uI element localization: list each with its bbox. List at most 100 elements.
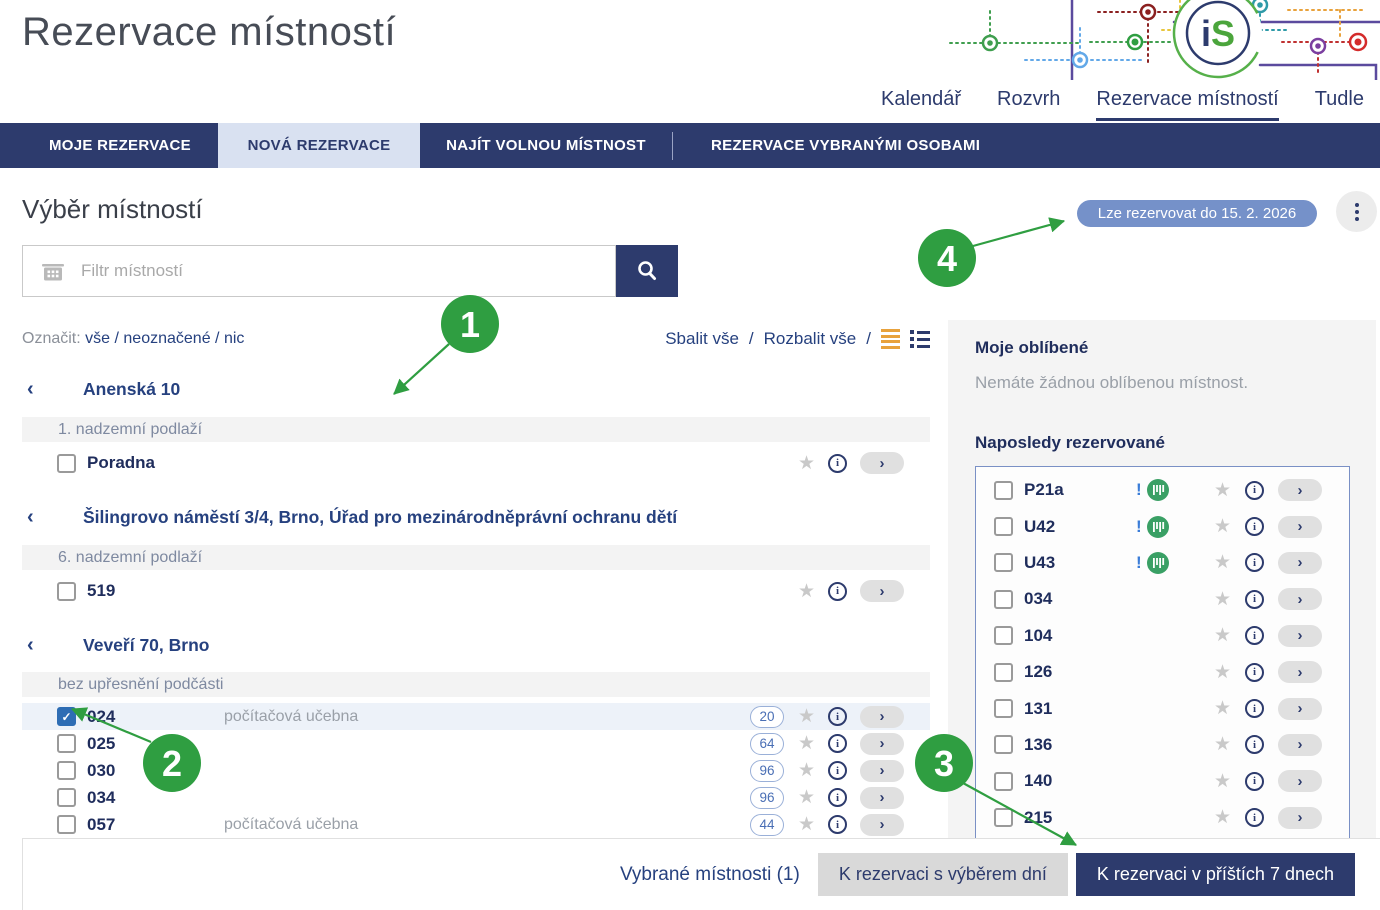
room-checkbox[interactable] bbox=[994, 481, 1013, 500]
recent-room-row[interactable]: 136 ★ i › bbox=[976, 727, 1349, 763]
tab-moje-rezervace[interactable]: MOJE REZERVACE bbox=[22, 123, 218, 168]
collapse-chevron-icon[interactable]: ‹ bbox=[27, 634, 43, 657]
room-name[interactable]: U42 bbox=[1024, 517, 1136, 537]
favorite-star-icon[interactable]: ★ bbox=[1214, 735, 1231, 754]
nav-rozvrh[interactable]: Rozvrh bbox=[997, 88, 1060, 121]
room-detail-chevron[interactable]: › bbox=[860, 733, 904, 755]
building-name[interactable]: Anenská 10 bbox=[83, 379, 180, 400]
building-header-anenska[interactable]: ‹ Anenská 10 bbox=[22, 378, 930, 400]
nav-rezervace-mistnosti[interactable]: Rezervace místností bbox=[1096, 88, 1278, 121]
room-detail-chevron[interactable]: › bbox=[1278, 734, 1322, 756]
info-icon[interactable]: i bbox=[828, 582, 847, 601]
selected-rooms-link[interactable]: Vybrané místnosti (1) bbox=[620, 864, 800, 886]
favorite-star-icon[interactable]: ★ bbox=[798, 582, 815, 601]
room-name[interactable]: 034 bbox=[87, 788, 224, 808]
room-checkbox[interactable] bbox=[994, 626, 1013, 645]
room-checkbox[interactable] bbox=[994, 735, 1013, 754]
room-detail-chevron[interactable]: › bbox=[860, 452, 904, 474]
room-checkbox[interactable] bbox=[57, 582, 76, 601]
favorite-star-icon[interactable]: ★ bbox=[1214, 481, 1231, 500]
info-icon[interactable]: i bbox=[1245, 481, 1264, 500]
recent-room-row[interactable]: 131 ★ i › bbox=[976, 690, 1349, 726]
info-icon[interactable]: i bbox=[1245, 808, 1264, 827]
room-detail-chevron[interactable]: › bbox=[1278, 807, 1322, 829]
mark-none-link[interactable]: nic bbox=[224, 330, 244, 347]
info-icon[interactable]: i bbox=[1245, 663, 1264, 682]
room-row[interactable]: 034 96 ★ i › bbox=[22, 784, 930, 811]
favorite-star-icon[interactable]: ★ bbox=[1214, 663, 1231, 682]
room-detail-chevron[interactable]: › bbox=[860, 814, 904, 836]
room-detail-chevron[interactable]: › bbox=[1278, 698, 1322, 720]
nav-kalendar[interactable]: Kalendář bbox=[881, 88, 961, 121]
info-icon[interactable]: i bbox=[828, 734, 847, 753]
room-name[interactable]: 519 bbox=[87, 581, 749, 601]
recent-room-row[interactable]: 140 ★ i › bbox=[976, 763, 1349, 799]
room-name[interactable]: 131 bbox=[1024, 699, 1136, 719]
room-name[interactable]: P21a bbox=[1024, 480, 1136, 500]
recent-room-row[interactable]: U43 ! ★ i › bbox=[976, 545, 1349, 581]
recent-room-row[interactable]: 034 ★ i › bbox=[976, 581, 1349, 617]
favorite-star-icon[interactable]: ★ bbox=[798, 761, 815, 780]
building-header-silingrovo[interactable]: ‹ Šilingrovo náměstí 3/4, Brno, Úřad pro… bbox=[22, 506, 930, 528]
building-header-veveri[interactable]: ‹ Veveří 70, Brno bbox=[22, 634, 930, 656]
favorite-star-icon[interactable]: ★ bbox=[1214, 590, 1231, 609]
reserve-pick-days-button[interactable]: K rezervaci s výběrem dní bbox=[818, 853, 1068, 896]
room-filter-input[interactable] bbox=[79, 260, 563, 282]
room-name[interactable]: 034 bbox=[1024, 589, 1136, 609]
room-name[interactable]: 126 bbox=[1024, 662, 1136, 682]
collapse-chevron-icon[interactable]: ‹ bbox=[27, 506, 43, 529]
info-icon[interactable]: i bbox=[1245, 626, 1264, 645]
collapse-all-link[interactable]: Sbalit vše bbox=[665, 329, 739, 349]
building-name[interactable]: Šilingrovo náměstí 3/4, Brno, Úřad pro m… bbox=[83, 507, 677, 528]
recent-room-row[interactable]: 104 ★ i › bbox=[976, 618, 1349, 654]
room-row[interactable]: 025 64 ★ i › bbox=[22, 730, 930, 757]
room-detail-chevron[interactable]: › bbox=[1278, 625, 1322, 647]
room-name[interactable]: 025 bbox=[87, 734, 224, 754]
info-icon[interactable]: i bbox=[828, 761, 847, 780]
info-icon[interactable]: i bbox=[828, 707, 847, 726]
room-checkbox[interactable] bbox=[994, 663, 1013, 682]
room-name[interactable]: 136 bbox=[1024, 735, 1136, 755]
room-checkbox[interactable] bbox=[994, 517, 1013, 536]
tab-najit-volnou-mistnost[interactable]: NAJÍT VOLNOU MÍSTNOST bbox=[420, 123, 672, 168]
favorite-star-icon[interactable]: ★ bbox=[1214, 808, 1231, 827]
room-row[interactable]: 030 96 ★ i › bbox=[22, 757, 930, 784]
room-checkbox[interactable] bbox=[57, 761, 76, 780]
room-row[interactable]: 057 počítačová učebna 44 ★ i › bbox=[22, 811, 930, 838]
room-detail-chevron[interactable]: › bbox=[1278, 770, 1322, 792]
info-icon[interactable]: i bbox=[1245, 699, 1264, 718]
collapse-chevron-icon[interactable]: ‹ bbox=[27, 378, 43, 401]
tab-nova-rezervace[interactable]: NOVÁ REZERVACE bbox=[218, 123, 420, 168]
room-name[interactable]: U43 bbox=[1024, 553, 1136, 573]
info-icon[interactable]: i bbox=[828, 788, 847, 807]
recent-room-row[interactable]: 126 ★ i › bbox=[976, 654, 1349, 690]
detail-view-icon[interactable] bbox=[910, 330, 930, 348]
favorite-star-icon[interactable]: ★ bbox=[798, 788, 815, 807]
room-checkbox[interactable] bbox=[994, 699, 1013, 718]
info-icon[interactable]: i bbox=[1245, 772, 1264, 791]
recent-room-row[interactable]: 215 ★ i › bbox=[976, 800, 1349, 836]
favorite-star-icon[interactable]: ★ bbox=[798, 815, 815, 834]
room-checkbox[interactable] bbox=[57, 788, 76, 807]
room-detail-chevron[interactable]: › bbox=[860, 580, 904, 602]
room-detail-chevron[interactable]: › bbox=[860, 706, 904, 728]
room-checkbox[interactable] bbox=[57, 734, 76, 753]
room-detail-chevron[interactable]: › bbox=[1278, 516, 1322, 538]
tab-rezervace-vybranymi-osobami[interactable]: REZERVACE VYBRANÝMI OSOBAMI bbox=[673, 123, 1018, 168]
recent-room-row[interactable]: U42 ! ★ i › bbox=[976, 508, 1349, 544]
favorite-star-icon[interactable]: ★ bbox=[1214, 626, 1231, 645]
favorite-star-icon[interactable]: ★ bbox=[1214, 553, 1231, 572]
info-icon[interactable]: i bbox=[1245, 735, 1264, 754]
room-name[interactable]: Poradna bbox=[87, 453, 749, 473]
room-detail-chevron[interactable]: › bbox=[1278, 588, 1322, 610]
room-row[interactable]: 519 ★ i › bbox=[22, 576, 930, 606]
room-name[interactable]: 024 bbox=[87, 707, 224, 727]
room-checkbox[interactable] bbox=[994, 553, 1013, 572]
info-icon[interactable]: i bbox=[828, 815, 847, 834]
room-detail-chevron[interactable]: › bbox=[860, 760, 904, 782]
room-detail-chevron[interactable]: › bbox=[860, 787, 904, 809]
room-detail-chevron[interactable]: › bbox=[1278, 552, 1322, 574]
room-name[interactable]: 057 bbox=[87, 815, 224, 835]
room-detail-chevron[interactable]: › bbox=[1278, 479, 1322, 501]
favorite-star-icon[interactable]: ★ bbox=[1214, 772, 1231, 791]
